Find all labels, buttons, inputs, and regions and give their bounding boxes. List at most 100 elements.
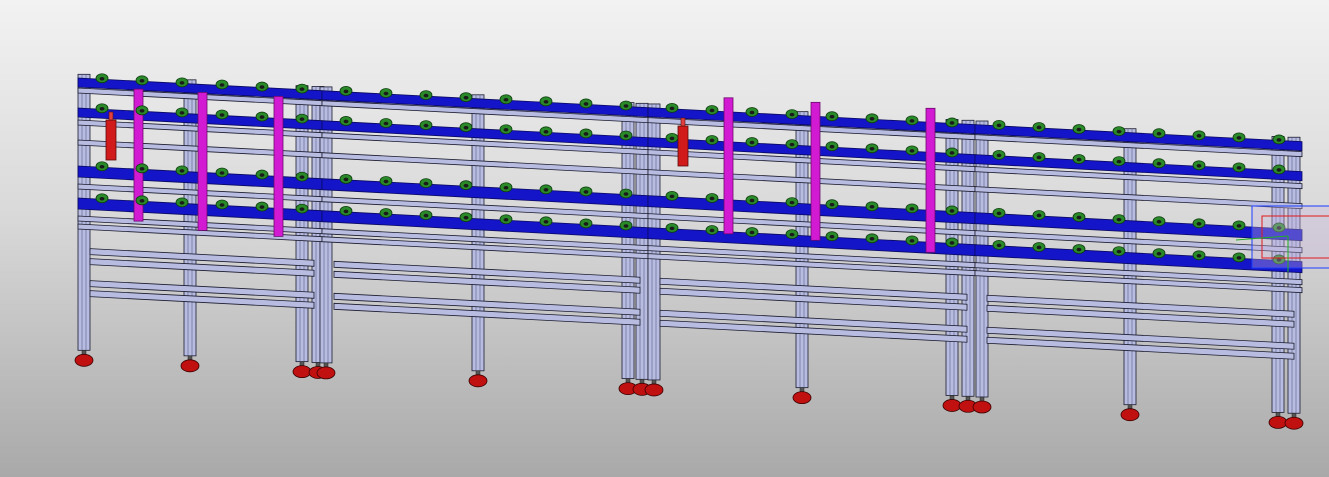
roller-wheel — [1232, 252, 1246, 263]
roller-hub — [139, 109, 145, 113]
roller-hub — [1156, 219, 1162, 224]
roller-wheel — [1232, 132, 1246, 143]
roller-wheel — [705, 225, 719, 235]
roller-wheel — [992, 149, 1006, 160]
roller-wheel — [499, 182, 513, 193]
roller-wheel — [175, 165, 189, 176]
roller-hub — [179, 81, 185, 85]
roller-hub — [503, 97, 509, 102]
roller-hub — [1116, 217, 1122, 222]
roller-hub — [1036, 155, 1042, 160]
roller-hub — [299, 175, 305, 179]
roller-wheel — [175, 197, 189, 208]
roller-hub — [1156, 161, 1162, 166]
roller-wheel — [255, 111, 269, 122]
triad-plane — [1251, 205, 1329, 269]
roller-hub — [299, 117, 305, 121]
roller-wheel — [1112, 246, 1126, 257]
roller-wheel — [1032, 122, 1046, 132]
roller-hub — [749, 230, 755, 235]
roller-wheel — [1272, 134, 1286, 145]
roller-hub — [1116, 249, 1122, 254]
roller-wheel — [135, 195, 149, 206]
roller-wheel — [1232, 220, 1246, 231]
roller-hub — [99, 106, 105, 111]
roller-wheel — [665, 132, 679, 143]
foot-pad — [74, 353, 94, 367]
roller-hub — [383, 121, 389, 126]
roller-hub — [179, 201, 185, 205]
leveling-foot — [1268, 412, 1288, 429]
roller-hub — [1276, 168, 1282, 172]
roller-wheel — [825, 199, 839, 210]
roller-hub — [219, 203, 225, 207]
roller-hub — [829, 144, 835, 149]
roller-wheel — [865, 143, 879, 154]
roller-wheel — [135, 105, 149, 116]
conveyor-assembly-model[interactable] — [0, 0, 1329, 477]
roller-wheel — [1032, 210, 1046, 220]
roller-wheel — [705, 105, 719, 115]
roller-hub — [343, 89, 349, 94]
roller-wheel — [705, 193, 719, 203]
roller-wheel — [95, 161, 109, 172]
roller-hub — [709, 228, 715, 233]
roller-wheel — [419, 120, 433, 130]
roller-wheel — [135, 75, 149, 86]
roller-wheel — [499, 214, 513, 225]
roller-wheel — [579, 186, 593, 197]
roller-hub — [909, 239, 915, 243]
cad-viewport[interactable] — [0, 0, 1329, 477]
roller-hub — [709, 196, 715, 201]
roller-hub — [1076, 247, 1082, 252]
roller-hub — [669, 136, 675, 141]
roller-hub — [259, 173, 265, 177]
roller-hub — [789, 112, 795, 117]
roller-hub — [709, 108, 715, 113]
roller-wheel — [1072, 244, 1086, 254]
roller-hub — [503, 185, 509, 190]
roller-hub — [1196, 221, 1202, 226]
roller-wheel — [1152, 216, 1166, 227]
roller-wheel — [255, 81, 269, 92]
roller-wheel — [1152, 128, 1166, 139]
roller-wheel — [865, 113, 879, 124]
roller-hub — [383, 211, 389, 216]
roller-wheel — [665, 190, 679, 201]
leveling-foot — [644, 379, 664, 397]
roller-wheel — [215, 167, 229, 178]
roller-hub — [1156, 251, 1162, 256]
roller-hub — [463, 183, 469, 188]
leveling-foot — [180, 355, 200, 373]
roller-hub — [949, 121, 955, 125]
roller-hub — [869, 116, 875, 121]
roller-wheel — [215, 109, 229, 120]
roller-wheel — [339, 206, 353, 216]
accent-upright — [273, 96, 284, 237]
roller-hub — [299, 87, 305, 91]
roller-wheel — [419, 178, 433, 188]
roller-hub — [623, 104, 629, 108]
foot-pad — [180, 359, 200, 373]
roller-wheel — [339, 174, 353, 184]
roller-hub — [1236, 166, 1242, 170]
roller-wheel — [992, 207, 1006, 218]
roller-wheel — [745, 107, 759, 117]
roller-hub — [383, 179, 389, 184]
leveling-foot — [74, 350, 94, 367]
roller-wheel — [579, 218, 593, 229]
cylinder-body — [677, 125, 689, 167]
roller-hub — [949, 241, 955, 245]
roller-hub — [343, 119, 349, 124]
roller-hub — [949, 151, 955, 155]
roller-hub — [749, 110, 755, 115]
pneumatic-cylinder — [677, 117, 689, 167]
roller-wheel — [95, 193, 109, 204]
roller-wheel — [945, 205, 959, 216]
roller-wheel — [339, 116, 353, 126]
roller-wheel — [95, 73, 109, 84]
roller-wheel — [665, 102, 679, 113]
roller-wheel — [785, 139, 799, 150]
roller-hub — [909, 149, 915, 153]
roller-hub — [259, 115, 265, 119]
